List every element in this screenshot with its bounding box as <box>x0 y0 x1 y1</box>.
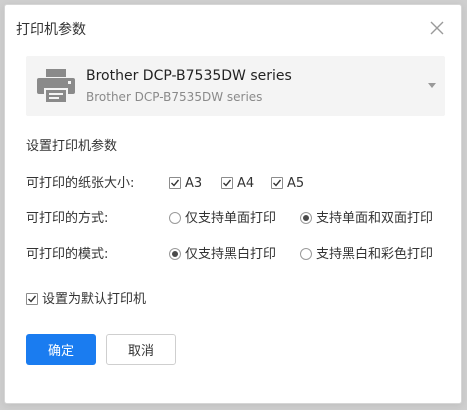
radio-checked-icon <box>300 212 312 224</box>
paper-a5-checkbox[interactable]: A5 <box>271 176 304 192</box>
duplex-radio[interactable]: 支持单面和双面打印 <box>300 211 433 227</box>
paper-a3-label: A3 <box>185 176 203 191</box>
printer-subtitle: Brother DCP-B7535DW series <box>86 90 263 104</box>
single-sided-label: 仅支持单面打印 <box>185 211 277 226</box>
radio-unchecked-icon <box>169 212 181 224</box>
paper-size-label: 可打印的纸张大小: <box>26 176 135 191</box>
default-printer-label: 设置为默认打印机 <box>42 292 147 307</box>
monochrome-label: 仅支持黑白打印 <box>185 247 277 262</box>
monochrome-radio[interactable]: 仅支持黑白打印 <box>169 247 276 263</box>
confirm-button[interactable]: 确定 <box>26 334 96 365</box>
paper-a4-label: A4 <box>237 176 255 191</box>
checkbox-checked-icon <box>221 177 233 189</box>
duplex-label: 支持单面和双面打印 <box>316 211 434 226</box>
printer-select[interactable]: Brother DCP-B7535DW series Brother DCP-B… <box>26 56 445 116</box>
checkbox-checked-icon <box>26 293 38 305</box>
close-button[interactable] <box>430 21 444 35</box>
color-radio[interactable]: 支持黑白和彩色打印 <box>300 247 433 263</box>
radio-unchecked-icon <box>300 248 312 260</box>
color-mode-label: 可打印的模式: <box>26 247 109 262</box>
radio-checked-icon <box>169 248 181 260</box>
single-sided-radio[interactable]: 仅支持单面打印 <box>169 211 276 227</box>
checkbox-checked-icon <box>169 177 181 189</box>
printer-name: Brother DCP-B7535DW series <box>86 68 292 84</box>
print-mode-label: 可打印的方式: <box>26 211 109 226</box>
close-icon <box>430 21 444 35</box>
paper-a5-label: A5 <box>287 176 305 191</box>
checkbox-checked-icon <box>271 177 283 189</box>
default-printer-checkbox[interactable]: 设置为默认打印机 <box>26 292 146 308</box>
printer-icon <box>37 69 75 103</box>
section-heading: 设置打印机参数 <box>26 139 118 154</box>
printer-settings-dialog: 打印机参数 Brother DCP-B7535DW series Brother… <box>4 4 462 404</box>
paper-a4-checkbox[interactable]: A4 <box>221 176 254 192</box>
color-label: 支持黑白和彩色打印 <box>316 247 434 262</box>
caret-down-icon <box>428 83 436 88</box>
dialog-title: 打印机参数 <box>16 22 86 38</box>
cancel-button[interactable]: 取消 <box>106 334 176 365</box>
paper-a3-checkbox[interactable]: A3 <box>169 176 202 192</box>
